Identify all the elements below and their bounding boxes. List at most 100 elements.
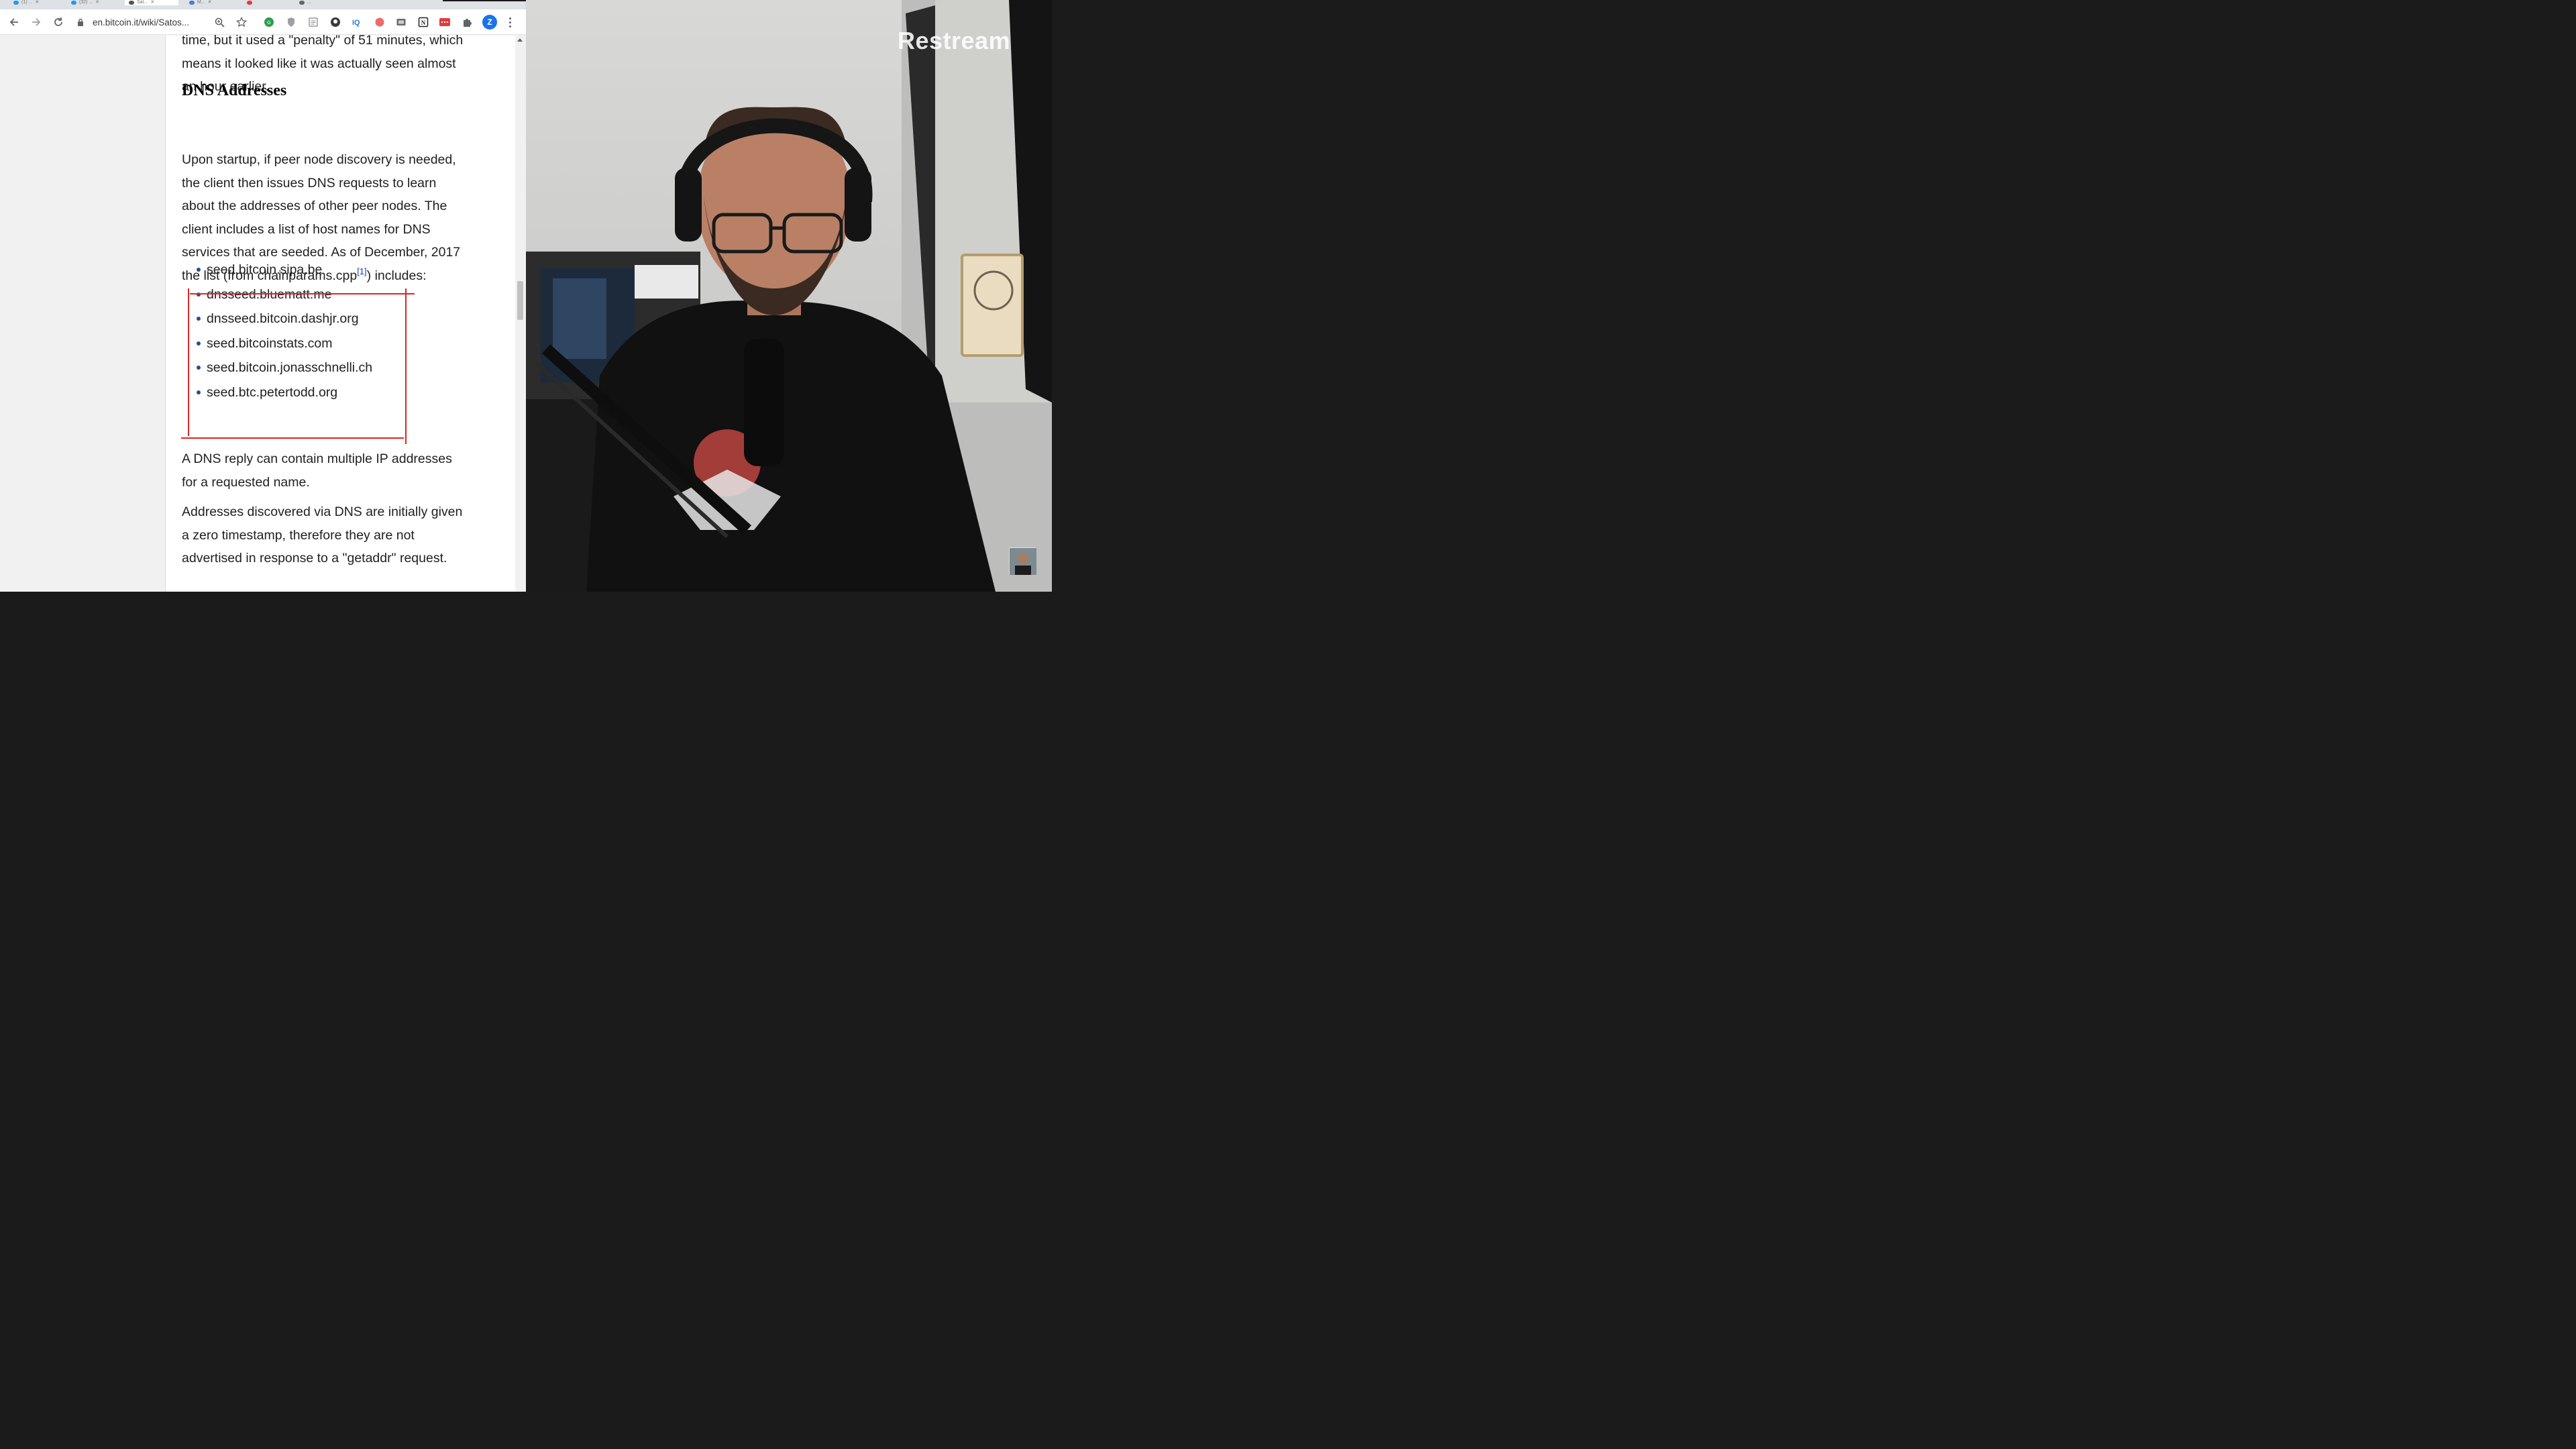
bullet-icon [197, 366, 201, 370]
participant-thumbnail[interactable] [1009, 547, 1036, 575]
bullet-icon [197, 390, 201, 394]
bitcoin-plaque [961, 254, 1024, 357]
arrow-right-icon [32, 18, 41, 26]
twitter-icon [13, 1, 19, 5]
profile-avatar[interactable]: Z [482, 15, 497, 30]
text-line: means it looked like it was actually see… [182, 56, 456, 71]
text-line: client includes a list of host names for… [182, 221, 431, 237]
restream-logo: Restream [898, 27, 1011, 54]
dns-reply-paragraph: A DNS reply can contain multiple IP addr… [182, 447, 452, 494]
notion-icon[interactable]: N [417, 16, 429, 28]
text-line: the client then issues DNS requests to l… [182, 175, 437, 191]
seed-hostname: seed.bitcoin.jonasschnelli.ch [207, 360, 373, 375]
annotation-bottom-line [181, 437, 404, 439]
seed-hostname: seed.bitcoin.sipa.be [207, 262, 323, 277]
list-item: seed.bitcoin.sipa.be [195, 258, 372, 282]
bullet-icon [197, 268, 201, 272]
close-icon[interactable]: ✕ [208, 0, 212, 5]
github-icon[interactable] [329, 16, 341, 28]
back-button[interactable] [7, 15, 21, 30]
dns-seed-list: seed.bitcoin.sipa.be dnsseed.bluematt.me… [195, 258, 372, 405]
tab-6[interactable]: ... [295, 0, 349, 5]
close-icon[interactable]: ✕ [35, 0, 39, 5]
bookmark-button[interactable] [234, 15, 249, 30]
text-line: time, but it used a "penalty" of 51 minu… [182, 33, 464, 48]
browser-window: (1) ... ✕ (32) ... ✕ Sat... ✕ M... ✕ ... [0, 0, 526, 592]
scrollbar[interactable] [515, 36, 526, 592]
tab-label: (32) ... [79, 0, 93, 5]
headphones-left-cup [675, 168, 702, 241]
tab-active[interactable]: Sat... ✕ [125, 0, 178, 5]
reload-icon [54, 17, 62, 26]
tab-2[interactable]: (32) ... ✕ [67, 0, 121, 5]
text-line: A DNS reply can contain multiple IP addr… [182, 451, 452, 466]
tab-label: M... [197, 0, 205, 5]
annotation-top-line [190, 293, 415, 294]
seed-hostname: seed.bitcoinstats.com [207, 335, 333, 351]
list-item: dnsseed.bitcoin.dashjr.org [195, 307, 372, 331]
lock-icon[interactable] [75, 18, 86, 26]
forward-button[interactable] [29, 15, 44, 30]
wiki-icon [129, 1, 134, 5]
section-heading: DNS Addresses [182, 82, 287, 99]
address-bar[interactable]: en.bitcoin.it/wiki/Satos... [75, 14, 256, 30]
shield-icon[interactable] [285, 16, 297, 28]
arrow-left-icon [9, 18, 18, 26]
scroll-thumb[interactable] [517, 281, 523, 320]
svg-text:G: G [267, 21, 270, 25]
annotation-right-line [405, 288, 407, 444]
bullet-icon [197, 341, 201, 345]
tab-4[interactable]: M... ✕ [185, 0, 239, 5]
monitor-window [553, 278, 606, 359]
green-badge-icon[interactable]: G [263, 16, 275, 28]
close-icon[interactable]: ✕ [150, 0, 154, 5]
svg-text:N: N [421, 19, 426, 26]
text-line: for a requested name. [182, 474, 310, 490]
addresses-paragraph: Addresses discovered via DNS are initial… [182, 500, 462, 570]
seed-hostname: dnsseed.bitcoin.dashjr.org [207, 311, 359, 326]
headphones-right-cup [845, 168, 871, 241]
text-line: Upon startup, if peer node discovery is … [182, 152, 456, 167]
twitter-icon [71, 1, 76, 5]
screenshot-icon[interactable] [395, 16, 407, 28]
tab-label: Sat... [137, 0, 148, 5]
iq-icon[interactable]: IQ [352, 16, 364, 28]
url-text: en.bitcoin.it/wiki/Satos... [93, 17, 190, 28]
text-line: a zero timestamp, therefore they are not [182, 527, 415, 543]
list-item: seed.btc.petertodd.org [195, 380, 372, 405]
page-icon [299, 1, 305, 5]
avatar [1010, 548, 1036, 575]
red-circle-icon[interactable] [374, 16, 386, 28]
zoom-button[interactable] [212, 15, 227, 30]
puzzle-icon[interactable] [461, 16, 473, 28]
tab-5[interactable] [243, 0, 290, 5]
tab-loading-bar [443, 0, 526, 1]
zoom-icon [215, 17, 225, 28]
tab-label: ... [307, 0, 311, 5]
list-item: seed.bitcoinstats.com [195, 331, 372, 356]
text-line: advertised in response to a "getaddr" re… [182, 551, 447, 566]
text-fragment: ) includes: [366, 268, 427, 283]
microphone [744, 339, 784, 466]
scroll-up-arrow-icon[interactable] [517, 38, 523, 42]
list-item: seed.bitcoin.jonasschnelli.ch [195, 356, 372, 380]
webcam-image [526, 0, 1052, 592]
tab-1[interactable]: (1) ... ✕ [9, 0, 63, 5]
page-icon [189, 1, 195, 5]
menu-icon[interactable] [504, 15, 515, 29]
monitor-screen-right [635, 265, 698, 299]
text-line: Addresses discovered via DNS are initial… [182, 504, 463, 519]
red-extension-icon[interactable] [439, 16, 451, 28]
star-icon [236, 17, 247, 28]
webcam-feed: Restream [526, 0, 1052, 592]
tab-label: (1) ... [21, 0, 33, 5]
annotation-left-line [188, 288, 189, 436]
svg-text:IQ: IQ [352, 19, 360, 27]
tab-strip: (1) ... ✕ (32) ... ✕ Sat... ✕ M... ✕ ... [0, 0, 526, 9]
bullet-icon [197, 317, 201, 321]
text-line: about the addresses of other peer nodes.… [182, 199, 447, 213]
close-icon[interactable]: ✕ [95, 0, 99, 5]
reload-button[interactable] [51, 15, 66, 30]
seed-hostname: seed.btc.petertodd.org [207, 384, 338, 400]
reader-icon[interactable] [307, 16, 319, 28]
